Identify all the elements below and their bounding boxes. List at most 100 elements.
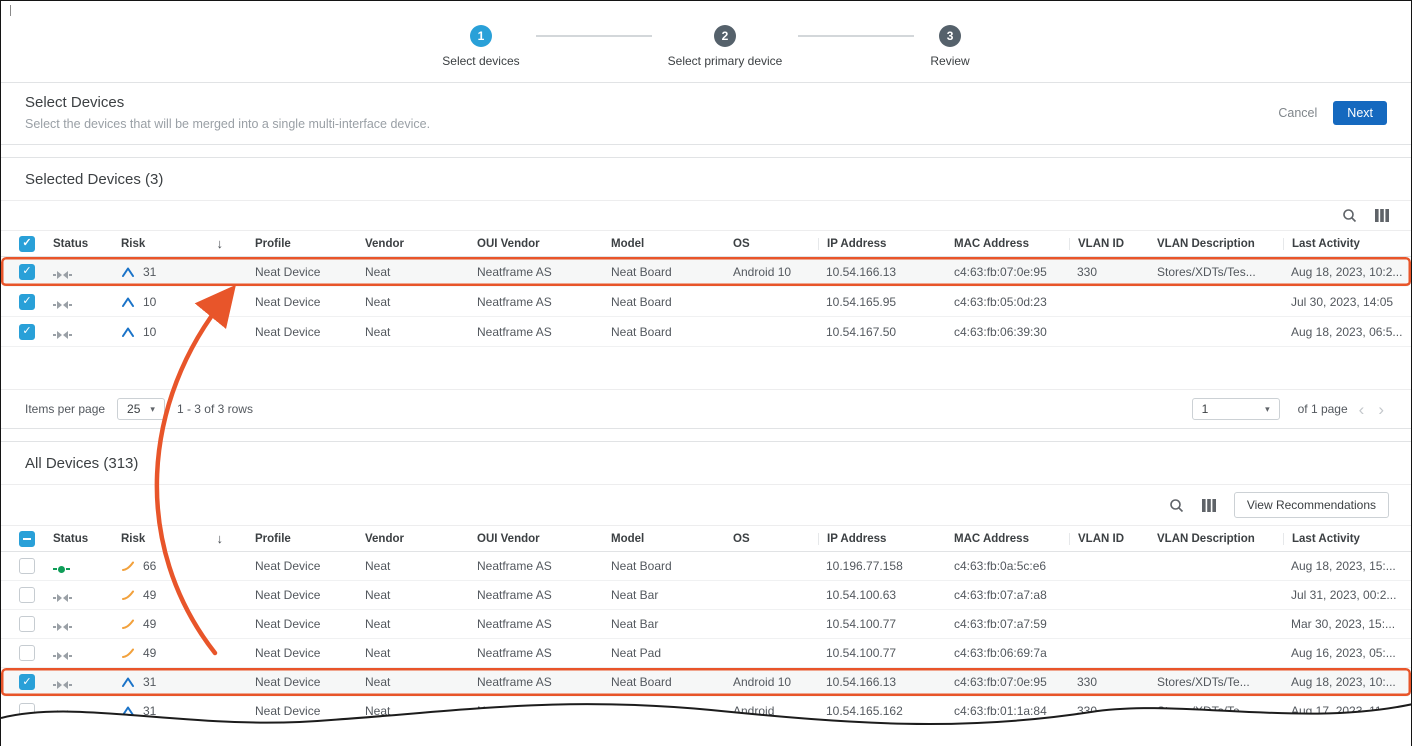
cell-vendor: Neat [357, 559, 469, 573]
search-icon[interactable] [1169, 498, 1184, 513]
column-header-os[interactable]: OS [725, 533, 818, 545]
cell-risk: 10 [113, 295, 247, 309]
device-row[interactable]: 49Neat DeviceNeatNeatframe ASNeat Bar10.… [1, 610, 1411, 639]
column-header-os[interactable]: OS [725, 238, 818, 250]
device-row[interactable]: 49Neat DeviceNeatNeatframe ASNeat Bar10.… [1, 581, 1411, 610]
column-header-oui-vendor[interactable]: OUI Vendor [469, 238, 603, 250]
risk-medium-icon [121, 618, 135, 630]
chevron-down-icon: ▾ [1265, 404, 1270, 415]
cell-checkbox [1, 616, 45, 632]
row-checkbox[interactable]: ✓ [19, 674, 35, 690]
cell-select-all: ✓ [1, 236, 45, 252]
row-checkbox[interactable]: ✓ [19, 324, 35, 340]
page-title: Select Devices [25, 94, 430, 111]
column-header-model[interactable]: Model [603, 533, 725, 545]
columns-icon[interactable] [1375, 209, 1389, 222]
row-checkbox[interactable] [19, 587, 35, 603]
cell-vendor: Neat [357, 617, 469, 631]
cell-risk: 31 [113, 704, 247, 718]
column-header-model[interactable]: Model [603, 238, 725, 250]
row-checkbox[interactable]: ✓ [19, 236, 35, 252]
cancel-button[interactable]: Cancel [1278, 106, 1317, 120]
cell-status [45, 646, 113, 660]
column-header-last-activity[interactable]: Last Activity [1283, 533, 1411, 545]
cell-ip-address: 10.54.165.162 [818, 704, 946, 718]
device-row[interactable]: ✓10Neat DeviceNeatNeatframe ASNeat Board… [1, 287, 1411, 317]
column-header-mac-address[interactable]: MAC Address [946, 533, 1069, 545]
column-header-profile[interactable]: Profile [247, 238, 357, 250]
search-icon[interactable] [1342, 208, 1357, 223]
next-page-icon[interactable]: › [1375, 401, 1387, 418]
device-row[interactable]: 31Neat DeviceNeatNeatframe ASNeat BarAnd… [1, 697, 1411, 726]
cell-model: Neat Board [603, 325, 725, 339]
cell-vlan-id: 330 [1069, 704, 1149, 718]
step-2-label: Select primary device [668, 54, 783, 68]
device-row[interactable]: ✓10Neat DeviceNeatNeatframe ASNeat Board… [1, 317, 1411, 347]
step-select-devices[interactable]: 1 Select devices [442, 25, 519, 68]
row-checkbox[interactable]: ✓ [19, 294, 35, 310]
cell-model: Neat Board [603, 295, 725, 309]
device-row[interactable]: Neatframe ASNeat Boardsubnet descripti..… [1, 726, 1411, 746]
column-header-risk[interactable]: Risk↓ [113, 531, 247, 546]
cell-mac-address: c4:63:fb:07:0e:95 [946, 265, 1069, 279]
risk-low-icon [121, 705, 135, 717]
row-checkbox[interactable] [19, 703, 35, 719]
risk-value: 10 [143, 325, 156, 339]
select-all-checkbox[interactable] [19, 531, 35, 547]
cell-mac-address: c4:63:fb:06:39:30 [946, 325, 1069, 339]
row-checkbox[interactable]: ✓ [19, 264, 35, 280]
column-header-status[interactable]: Status [45, 238, 113, 250]
column-header-vlan-description[interactable]: VLAN Description [1149, 238, 1283, 250]
column-header-profile[interactable]: Profile [247, 533, 357, 545]
column-header-ip-address[interactable]: IP Address [818, 533, 946, 545]
prev-page-icon[interactable]: ‹ [1356, 401, 1368, 418]
cell-risk: 49 [113, 617, 247, 631]
cell-vlan-description: Stores/XDTs/Te... [1149, 704, 1283, 718]
status-offline-icon [53, 301, 72, 309]
step-connector [536, 35, 652, 37]
column-header-vendor[interactable]: Vendor [357, 533, 469, 545]
column-header-oui-vendor[interactable]: OUI Vendor [469, 533, 603, 545]
row-checkbox[interactable] [19, 645, 35, 661]
cell-model: Neat Board [603, 559, 725, 573]
next-button[interactable]: Next [1333, 101, 1387, 125]
device-row[interactable]: ✓31Neat DeviceNeatNeatframe ASNeat Board… [1, 668, 1411, 697]
column-header-risk[interactable]: Risk↓ [113, 236, 247, 251]
all-devices-panel: All Devices (313) View Recommendations S… [1, 441, 1411, 746]
cell-last-activity: Aug 18, 2023, 10:... [1283, 675, 1411, 689]
column-header-vlan-id[interactable]: VLAN ID [1069, 533, 1149, 545]
device-row[interactable]: ✓31Neat DeviceNeatNeatframe ASNeat Board… [1, 257, 1411, 287]
column-header-status[interactable]: Status [45, 533, 113, 545]
column-header-last-activity[interactable]: Last Activity [1283, 238, 1411, 250]
cell-status [45, 325, 113, 339]
column-header-vendor[interactable]: Vendor [357, 238, 469, 250]
status-offline-icon [53, 594, 72, 602]
step-select-primary-device[interactable]: 2 Select primary device [668, 25, 783, 68]
merge-devices-wizard: 1 Select devices 2 Select primary device… [0, 0, 1412, 746]
cell-model: Neat Board [603, 733, 725, 746]
risk-low-icon [121, 676, 135, 688]
table-header-row: ✓ StatusRisk↓ProfileVendorOUI VendorModel… [1, 230, 1411, 257]
step-review[interactable]: 3 Review [930, 25, 969, 68]
cell-profile: Neat Device [247, 646, 357, 660]
column-header-ip-address[interactable]: IP Address [818, 238, 946, 250]
view-recommendations-button[interactable]: View Recommendations [1234, 492, 1389, 518]
cell-status [45, 704, 113, 718]
page-select[interactable]: 1 ▾ [1192, 398, 1280, 420]
cell-oui-vendor: Neatframe AS [469, 265, 603, 279]
sort-desc-icon[interactable]: ↓ [217, 236, 224, 251]
items-per-page-select[interactable]: 25 ▾ [117, 398, 165, 420]
column-header-vlan-id[interactable]: VLAN ID [1069, 238, 1149, 250]
sort-desc-icon[interactable]: ↓ [217, 531, 224, 546]
columns-icon[interactable] [1202, 499, 1216, 512]
row-checkbox[interactable] [19, 616, 35, 632]
device-row[interactable]: 66Neat DeviceNeatNeatframe ASNeat Board1… [1, 552, 1411, 581]
column-header-vlan-description[interactable]: VLAN Description [1149, 533, 1283, 545]
device-row[interactable]: 49Neat DeviceNeatNeatframe ASNeat Pad10.… [1, 639, 1411, 668]
column-header-mac-address[interactable]: MAC Address [946, 238, 1069, 250]
cell-vendor: Neat [357, 704, 469, 718]
cell-mac-address: c4:63:fb:01:1a:84 [946, 704, 1069, 718]
cell-oui-vendor: Neatframe AS [469, 675, 603, 689]
risk-medium-icon [121, 647, 135, 659]
row-checkbox[interactable] [19, 558, 35, 574]
